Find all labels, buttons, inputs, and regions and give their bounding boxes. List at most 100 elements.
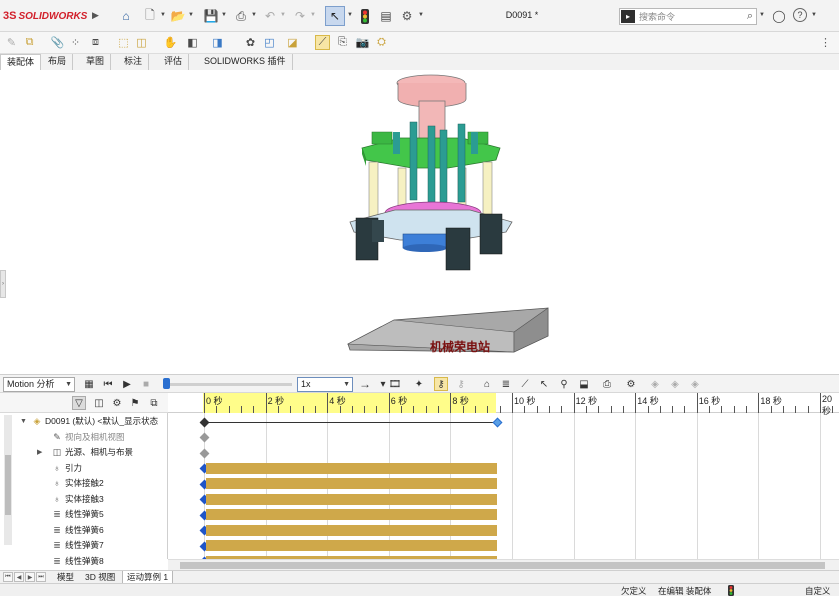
rebuild-status-icon[interactable] — [728, 585, 734, 598]
assembly-features-icon[interactable]: ✋ — [163, 35, 178, 50]
redo-dropdown-icon[interactable]: ▼ — [310, 12, 316, 18]
insert-component-icon[interactable]: ✎ — [4, 35, 19, 50]
new-motion-study-icon[interactable]: ◨ — [210, 35, 225, 50]
traffic-light-icon[interactable] — [357, 8, 373, 24]
playback-slider-thumb[interactable] — [163, 378, 170, 389]
start-key-marker[interactable] — [199, 417, 210, 427]
contact-icon[interactable]: ⚲ — [557, 377, 571, 391]
open-dropdown-icon[interactable]: ▼ — [188, 12, 194, 18]
feature-timeline-bar[interactable] — [206, 493, 497, 505]
large-assembly-icon[interactable]: ⛭ — [374, 35, 389, 50]
panel-collapse-handle[interactable]: › — [0, 270, 6, 298]
end-key-marker[interactable] — [492, 417, 503, 427]
timeline-ruler[interactable]: 0 秒2 秒4 秒6 秒8 秒 10 秒 12 秒 14 秒 16 秒 18 秒 20 秒 — [168, 393, 839, 416]
timeline-scroll-thumb[interactable] — [180, 562, 825, 569]
units-custom[interactable]: 自定义 — [805, 585, 831, 597]
collapse-icon[interactable]: ◈ — [648, 377, 662, 391]
save-animation-icon[interactable]: 🎞 — [388, 377, 402, 391]
help-icon[interactable]: ? — [793, 8, 807, 22]
tree-item[interactable]: ≣ 线性弹簧8 — [0, 554, 165, 569]
user-account-icon[interactable]: ◯ — [771, 8, 787, 24]
play-from-start-icon[interactable]: ⏮ — [101, 377, 115, 391]
tab-layout[interactable]: 布局 — [42, 54, 74, 70]
help-dropdown-icon[interactable]: ▼ — [811, 12, 817, 18]
motion-timeline[interactable]: 0 秒2 秒4 秒6 秒8 秒 10 秒 12 秒 14 秒 16 秒 18 秒 20 秒 — [168, 393, 839, 559]
select-pointer-icon[interactable]: ↖ — [325, 6, 345, 26]
save-icon[interactable]: 💾 — [203, 8, 219, 24]
tree-item[interactable]: ≣ 线性弹簧6 — [0, 523, 165, 538]
filter-icon[interactable]: ▽ — [72, 396, 86, 410]
play-icon[interactable]: ▶ — [120, 377, 134, 391]
animation-wizard-icon[interactable]: ✦ — [412, 377, 426, 391]
tree-item[interactable]: ≣ 线性弹簧5 — [0, 507, 165, 522]
home-icon[interactable]: ⌂ — [118, 8, 134, 24]
paperclip-icon[interactable]: 📎 — [50, 35, 65, 50]
assembly-model-render[interactable] — [0, 70, 839, 374]
open-folder-icon[interactable]: 📂 — [170, 8, 186, 24]
new-document-icon[interactable]: 🗋 — [142, 8, 158, 24]
search-input[interactable]: 搜索命令 — [639, 10, 747, 23]
tree-item[interactable]: ✎ 视向及相机视图 — [0, 430, 165, 445]
filter-selected-icon[interactable]: ⚑ — [128, 396, 142, 410]
tree-item[interactable]: ♁ 引力 — [0, 461, 165, 476]
calculate-icon[interactable]: ▦ — [82, 377, 96, 391]
expand-chevron-icon[interactable]: ▶ — [37, 445, 42, 460]
key-marker[interactable] — [199, 448, 210, 458]
motion-options-icon[interactable]: ◈ — [688, 377, 702, 391]
results-plots-icon[interactable]: ⎙ — [600, 377, 614, 391]
key-marker[interactable] — [199, 432, 210, 443]
next-tab-icon[interactable]: ▶ — [25, 572, 35, 582]
print-dropdown-icon[interactable]: ▼ — [251, 12, 257, 18]
smart-fasteners-icon[interactable]: ⧈ — [88, 35, 103, 50]
show-hidden-icon[interactable]: ◫ — [134, 35, 149, 50]
tab-markup[interactable]: 标注 — [118, 54, 150, 70]
first-tab-icon[interactable]: ⏮ — [3, 572, 13, 582]
solidworks-logo[interactable]: 3S SOLIDWORKS — [3, 8, 87, 24]
feature-timeline-bar[interactable] — [206, 524, 497, 536]
undo-icon[interactable]: ↶ — [262, 8, 278, 24]
add-key-icon[interactable]: ⚷ — [454, 377, 468, 391]
feature-timeline-bar[interactable] — [206, 478, 497, 489]
bill-of-materials-icon[interactable]: ✿ — [243, 35, 258, 50]
options-gear-icon[interactable]: ⚙ — [399, 8, 415, 24]
instant3d-icon[interactable]: ◪ — [285, 35, 300, 50]
tab-solidworks-addins[interactable]: SOLIDWORKS 插件 — [198, 54, 293, 70]
tree-item[interactable]: ♁ 实体接触2 — [0, 476, 165, 491]
gravity-icon[interactable]: ⬓ — [577, 377, 591, 391]
exploded-view-icon[interactable]: ◰ — [262, 35, 277, 50]
search-commands-field[interactable]: ▸ 搜索命令 ⌕ — [619, 8, 757, 25]
feature-timeline-bar[interactable] — [206, 540, 497, 551]
linear-pattern-icon[interactable]: ⁘ — [68, 35, 83, 50]
mate-icon[interactable]: ⧉ — [22, 35, 37, 50]
damper-icon[interactable]: ⟋ — [518, 377, 532, 391]
move-component-icon[interactable]: ⬚ — [116, 35, 131, 50]
update-speedpak-icon[interactable]: ⟋ — [315, 35, 330, 50]
tab-evaluate[interactable]: 评估 — [158, 54, 190, 70]
study-type-select[interactable]: Motion 分析 ▼ — [3, 377, 75, 392]
filter-animated-icon[interactable]: ◈ — [668, 377, 682, 391]
search-dropdown-icon[interactable]: ▼ — [759, 12, 765, 18]
tree-item[interactable]: ▼ ◈ D0091 (默认) <默认_显示状态 — [0, 414, 165, 429]
playback-speed-select[interactable]: 1x ▼ — [297, 377, 353, 392]
last-tab-icon[interactable]: ⏭ — [36, 572, 46, 582]
tab-assembly[interactable]: 装配体 — [0, 54, 42, 70]
filter-driving-icon[interactable]: ⚙ — [110, 396, 124, 410]
autokey-icon[interactable]: ⚷ — [434, 377, 448, 391]
reference-geometry-icon[interactable]: ◧ — [185, 35, 200, 50]
filter-results-icon[interactable]: ⧉ — [147, 396, 161, 410]
print-icon[interactable]: ⎙ — [233, 8, 249, 24]
timeline-horizontal-scrollbar[interactable] — [168, 559, 839, 570]
take-snapshot-icon[interactable]: ⎘ — [335, 35, 350, 50]
menu-expand-icon[interactable]: ▶ — [92, 10, 99, 21]
select-dropdown-icon[interactable]: ▼ — [347, 12, 353, 18]
camera-snapshot-icon[interactable]: 📷 — [355, 35, 370, 50]
tree-item[interactable]: ♁ 实体接触3 — [0, 492, 165, 507]
search-icon[interactable]: ⌕ — [747, 10, 753, 23]
tab-sketch[interactable]: 草图 — [80, 54, 112, 70]
filter-animated-icon[interactable]: ◫ — [92, 396, 106, 410]
motion-study-properties-icon[interactable]: ⚙ — [624, 377, 638, 391]
tree-item[interactable]: ▶ ◫ 光源、相机与布景 — [0, 445, 165, 460]
toolbar-overflow-icon[interactable]: ⋮ — [818, 35, 833, 50]
motor-icon[interactable]: ⌂ — [480, 377, 494, 391]
graphics-area[interactable]: 机械荣电站 › — [0, 70, 839, 374]
